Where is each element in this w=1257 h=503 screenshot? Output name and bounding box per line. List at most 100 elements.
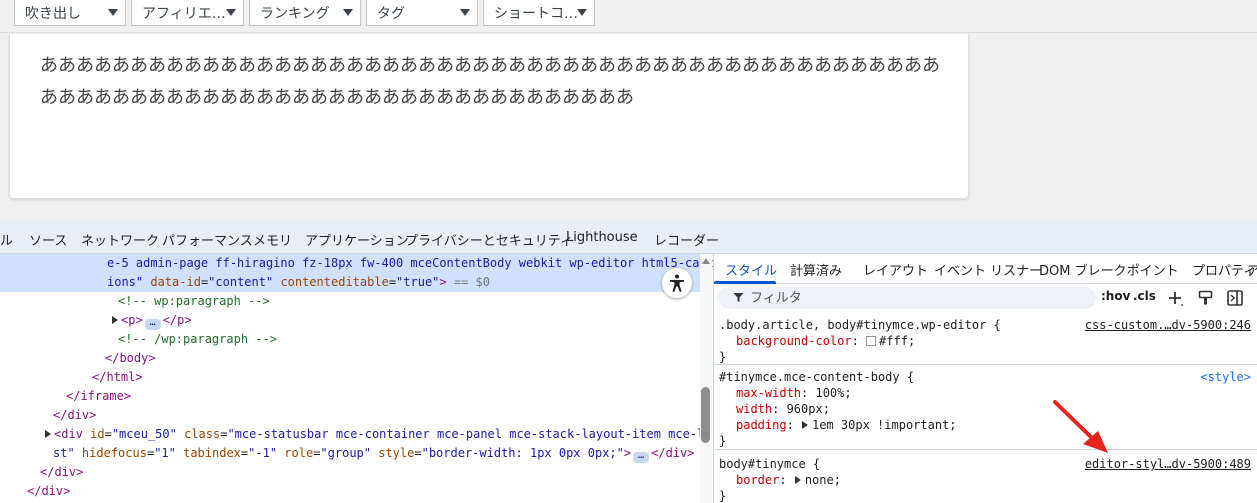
property-name[interactable]: border <box>736 473 779 487</box>
chevron-down-icon <box>577 9 587 16</box>
tab-layout[interactable]: レイアウト <box>863 260 928 279</box>
attr-value: e-5 admin-page ff-hiragino fz-18px fw-40… <box>107 256 713 270</box>
tag-close: > <box>439 275 447 289</box>
devtools-panel: ル ソース ネットワーク パフォーマンス メモリ アプリケーション プライバシー… <box>0 221 1257 503</box>
tag-close: </div> <box>651 446 695 460</box>
select-affiliate[interactable]: アフィリエ… <box>131 0 244 26</box>
scroll-down-icon[interactable] <box>702 432 710 438</box>
rule-close: } <box>719 350 727 364</box>
toggle-sidebar-icon[interactable] <box>1227 290 1243 306</box>
dom-node-selected-cont[interactable]: ions" data-id="content" contenteditable=… <box>0 273 700 292</box>
tab-sources[interactable]: ソース <box>29 230 67 249</box>
tab-recorder[interactable]: レコーダー <box>654 230 719 249</box>
dom-node-comment[interactable]: <!-- /wp:paragraph --> <box>0 330 700 349</box>
dom-node-div-close[interactable]: </div> <box>0 482 700 501</box>
tab-elements-partial[interactable]: ル <box>0 230 13 249</box>
expand-triangle-icon[interactable] <box>45 430 51 438</box>
dom-node-selected[interactable]: e-5 admin-page ff-hiragino fz-18px fw-40… <box>0 254 713 273</box>
dom-node-html-close[interactable]: </html> <box>0 368 700 387</box>
dom-node-p[interactable]: <p>… </p> <box>0 311 700 330</box>
property-value[interactable]: 100%; <box>815 386 851 400</box>
tab-more-partial[interactable]: ア <box>1247 260 1257 279</box>
select-tag[interactable]: タグ <box>366 0 478 26</box>
red-arrow-annotation-icon <box>1053 400 1108 453</box>
style-rule: .body.article, body#tinymce.wp-editor { … <box>714 312 1257 365</box>
rule-source-link[interactable]: <style> <box>1200 369 1251 385</box>
property-name[interactable]: width <box>736 402 772 416</box>
filter-icon <box>733 293 744 302</box>
new-style-rule-icon[interactable] <box>1167 290 1184 307</box>
tab-memory[interactable]: メモリ <box>253 230 292 249</box>
tag-open: <div <box>54 427 83 441</box>
attr-name: role <box>284 446 314 460</box>
attr-name: data-id <box>150 275 201 289</box>
scroll-up-icon[interactable] <box>702 258 710 264</box>
property-value[interactable]: #fff; <box>879 334 915 348</box>
expand-triangle-icon[interactable] <box>112 316 118 324</box>
tab-lighthouse[interactable]: Lighthouse <box>566 230 638 245</box>
attr-value: "content" <box>208 275 274 289</box>
rule-property[interactable]: background-color: #fff; <box>719 333 1249 349</box>
dom-node-body-close[interactable]: </body> <box>0 349 700 368</box>
dom-node-comment[interactable]: <!-- wp:paragraph --> <box>0 292 700 311</box>
attr-name: tabindex <box>183 446 241 460</box>
dom-node-iframe-close[interactable]: </iframe> <box>0 387 700 406</box>
attr-name: id <box>90 427 105 441</box>
editor-content-body[interactable]: ああああああああああああああああああああああああああああああああああああああああ… <box>9 34 969 199</box>
rule-source-link[interactable]: editor-styl…dv-5900:489 <box>1085 456 1251 472</box>
dom-node-statusbar-cont[interactable]: st" hidefocus="1" tabindex="-1" role="gr… <box>0 444 700 463</box>
paragraph-text[interactable]: ああああああああああああああああああああああああああああああああああああああああ… <box>40 50 945 114</box>
rule-property[interactable]: width: 960px; <box>719 401 1249 417</box>
expand-triangle-icon[interactable] <box>794 476 801 484</box>
accessibility-person-icon <box>670 274 684 292</box>
filter-box[interactable] <box>718 287 1096 309</box>
property-value[interactable]: 960px; <box>787 402 830 416</box>
tab-dom-breakpoints[interactable]: DOM ブレークポイント <box>1039 260 1179 279</box>
property-value[interactable]: 1em 30px !important; <box>812 418 957 432</box>
select-label: ショートコ… <box>494 6 578 22</box>
tab-network[interactable]: ネットワーク <box>81 230 159 249</box>
elements-scrollbar[interactable] <box>700 254 712 503</box>
rule-property[interactable]: padding: 1em 30px !important; <box>719 417 1249 433</box>
cls-toggle[interactable]: .cls <box>1133 289 1156 303</box>
devtools-tabbar: ル ソース ネットワーク パフォーマンス メモリ アプリケーション プライバシー… <box>0 221 1257 254</box>
ellipsis-icon[interactable]: … <box>633 451 650 463</box>
rule-property[interactable]: max-width: 100%; <box>719 385 1249 401</box>
attr-name: hidefocus <box>81 446 147 460</box>
attr-value: "mce-statusbar mce-container mce-panel m… <box>227 427 712 441</box>
tab-computed[interactable]: 計算済み <box>790 260 842 279</box>
attr-value: "true" <box>396 275 440 289</box>
property-name[interactable]: padding <box>736 418 787 432</box>
tab-performance[interactable]: パフォーマンス <box>162 230 253 249</box>
hov-toggle[interactable]: :hov <box>1101 289 1130 303</box>
rule-selector[interactable]: #tinymce.mce-content-body { <box>719 369 1249 385</box>
tab-styles[interactable]: スタイル <box>725 260 777 279</box>
accessibility-tree-button[interactable] <box>662 268 692 298</box>
dom-node-statusbar[interactable]: <div id="mceu_50" class="mce-statusbar m… <box>0 425 712 444</box>
style-rule: body#tinymce { editor-styl…dv-5900:489 b… <box>714 450 1257 503</box>
attr-value: ions" <box>107 275 144 289</box>
tab-event-listeners[interactable]: イベント リスナー <box>934 260 1042 279</box>
property-value[interactable]: none; <box>805 473 841 487</box>
filter-input[interactable] <box>748 289 1078 307</box>
rule-property[interactable]: border: none; <box>719 472 1249 488</box>
select-shortcode[interactable]: ショートコ… <box>483 0 595 26</box>
ellipsis-icon[interactable]: … <box>144 318 161 330</box>
color-swatch[interactable] <box>866 336 877 346</box>
dom-node-div-close[interactable]: </div> <box>0 406 700 425</box>
property-name[interactable]: background-color <box>736 334 852 348</box>
dom-node-div-close[interactable]: </div> <box>0 463 700 482</box>
paint-brush-icon[interactable] <box>1198 290 1213 306</box>
select-label: 吹き出し <box>25 6 81 22</box>
property-name[interactable]: max-width <box>736 386 801 400</box>
select-fukidashi[interactable]: 吹き出し <box>14 0 126 26</box>
tag-close: </div> <box>27 484 71 498</box>
select-ranking[interactable]: ランキング <box>249 0 361 26</box>
tag-open: <p> <box>121 313 143 327</box>
expand-triangle-icon[interactable] <box>802 421 809 429</box>
select-label: ランキング <box>260 6 330 22</box>
rule-source-link[interactable]: css-custom.…dv-5900:246 <box>1085 317 1251 333</box>
tab-application[interactable]: アプリケーション <box>305 230 409 249</box>
tab-privacy-security[interactable]: プライバシーとセキュリティ <box>405 230 573 249</box>
attr-name: style <box>378 446 415 460</box>
